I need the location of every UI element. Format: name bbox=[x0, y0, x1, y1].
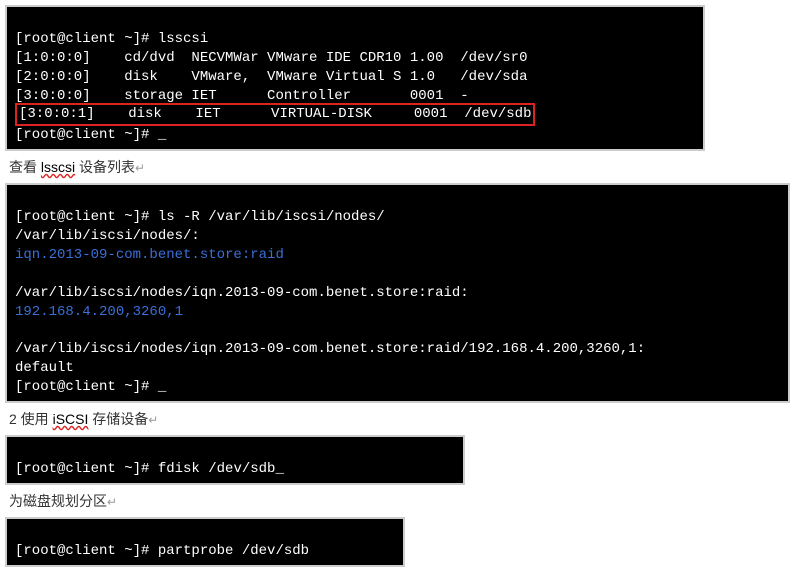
blank-line bbox=[15, 322, 23, 338]
caption-iscsi: 2 使用 iSCSI 存储设备↵ bbox=[9, 409, 792, 429]
prompt: [root@client ~]# bbox=[15, 209, 158, 225]
lsscsi-row-1: [1:0:0:0] cd/dvd NECVMWar VMware IDE CDR… bbox=[15, 50, 527, 66]
return-arrow-icon: ↵ bbox=[135, 161, 145, 175]
prompt: [root@client ~]# bbox=[15, 379, 158, 395]
prompt: [root@client ~]# bbox=[15, 461, 158, 477]
terminal-lsscsi: [root@client ~]# lsscsi [1:0:0:0] cd/dvd… bbox=[5, 5, 705, 151]
caption-text: 为磁盘规划分区 bbox=[9, 493, 107, 509]
return-arrow-icon: ↵ bbox=[148, 413, 158, 427]
output-dir-blue: 192.168.4.200,3260,1 bbox=[15, 304, 183, 320]
caption-text: 查看 bbox=[9, 159, 41, 175]
output-line: /var/lib/iscsi/nodes/iqn.2013-09-com.ben… bbox=[15, 285, 469, 301]
cursor-icon: _ bbox=[158, 378, 166, 397]
terminal-fdisk: [root@client ~]# fdisk /dev/sdb_ bbox=[5, 435, 465, 485]
terminal-ls-r: [root@client ~]# ls -R /var/lib/iscsi/no… bbox=[5, 183, 790, 403]
cursor-icon: _ bbox=[158, 126, 166, 145]
prompt: [root@client ~]# bbox=[15, 31, 158, 47]
output-line: default bbox=[15, 360, 74, 376]
blank-line bbox=[15, 266, 23, 282]
caption-lsscsi: 查看 lsscsi 设备列表↵ bbox=[9, 157, 792, 177]
caption-text: 2 使用 bbox=[9, 411, 53, 427]
output-dir-blue: iqn.2013-09-com.benet.store:raid bbox=[15, 247, 284, 263]
lsscsi-row-2: [2:0:0:0] disk VMware, VMware Virtual S … bbox=[15, 69, 527, 85]
lsscsi-row-3: [3:0:0:0] storage IET Controller 0001 - bbox=[15, 88, 469, 104]
caption-partition: 为磁盘规划分区↵ bbox=[9, 491, 792, 511]
caption-text: 存储设备 bbox=[88, 411, 148, 427]
caption-underline: lsscsi bbox=[41, 159, 75, 175]
terminal-partprobe: [root@client ~]# partprobe /dev/sdb bbox=[5, 517, 405, 567]
command-fdisk: fdisk /dev/sdb bbox=[158, 461, 276, 477]
prompt: [root@client ~]# bbox=[15, 543, 158, 559]
output-line: /var/lib/iscsi/nodes/: bbox=[15, 228, 200, 244]
command-lsscsi: lsscsi bbox=[158, 31, 208, 47]
output-line: /var/lib/iscsi/nodes/iqn.2013-09-com.ben… bbox=[15, 341, 645, 357]
lsscsi-row-highlighted: [3:0:0:1] disk IET VIRTUAL-DISK 0001 /de… bbox=[15, 103, 535, 126]
cursor-icon: _ bbox=[275, 460, 283, 479]
command-partprobe: partprobe /dev/sdb bbox=[158, 543, 309, 559]
caption-underline: iSCSI bbox=[53, 411, 89, 427]
prompt: [root@client ~]# bbox=[15, 127, 158, 143]
caption-text: 设备列表 bbox=[75, 159, 135, 175]
return-arrow-icon: ↵ bbox=[107, 495, 117, 509]
command-ls-r: ls -R /var/lib/iscsi/nodes/ bbox=[158, 209, 385, 225]
